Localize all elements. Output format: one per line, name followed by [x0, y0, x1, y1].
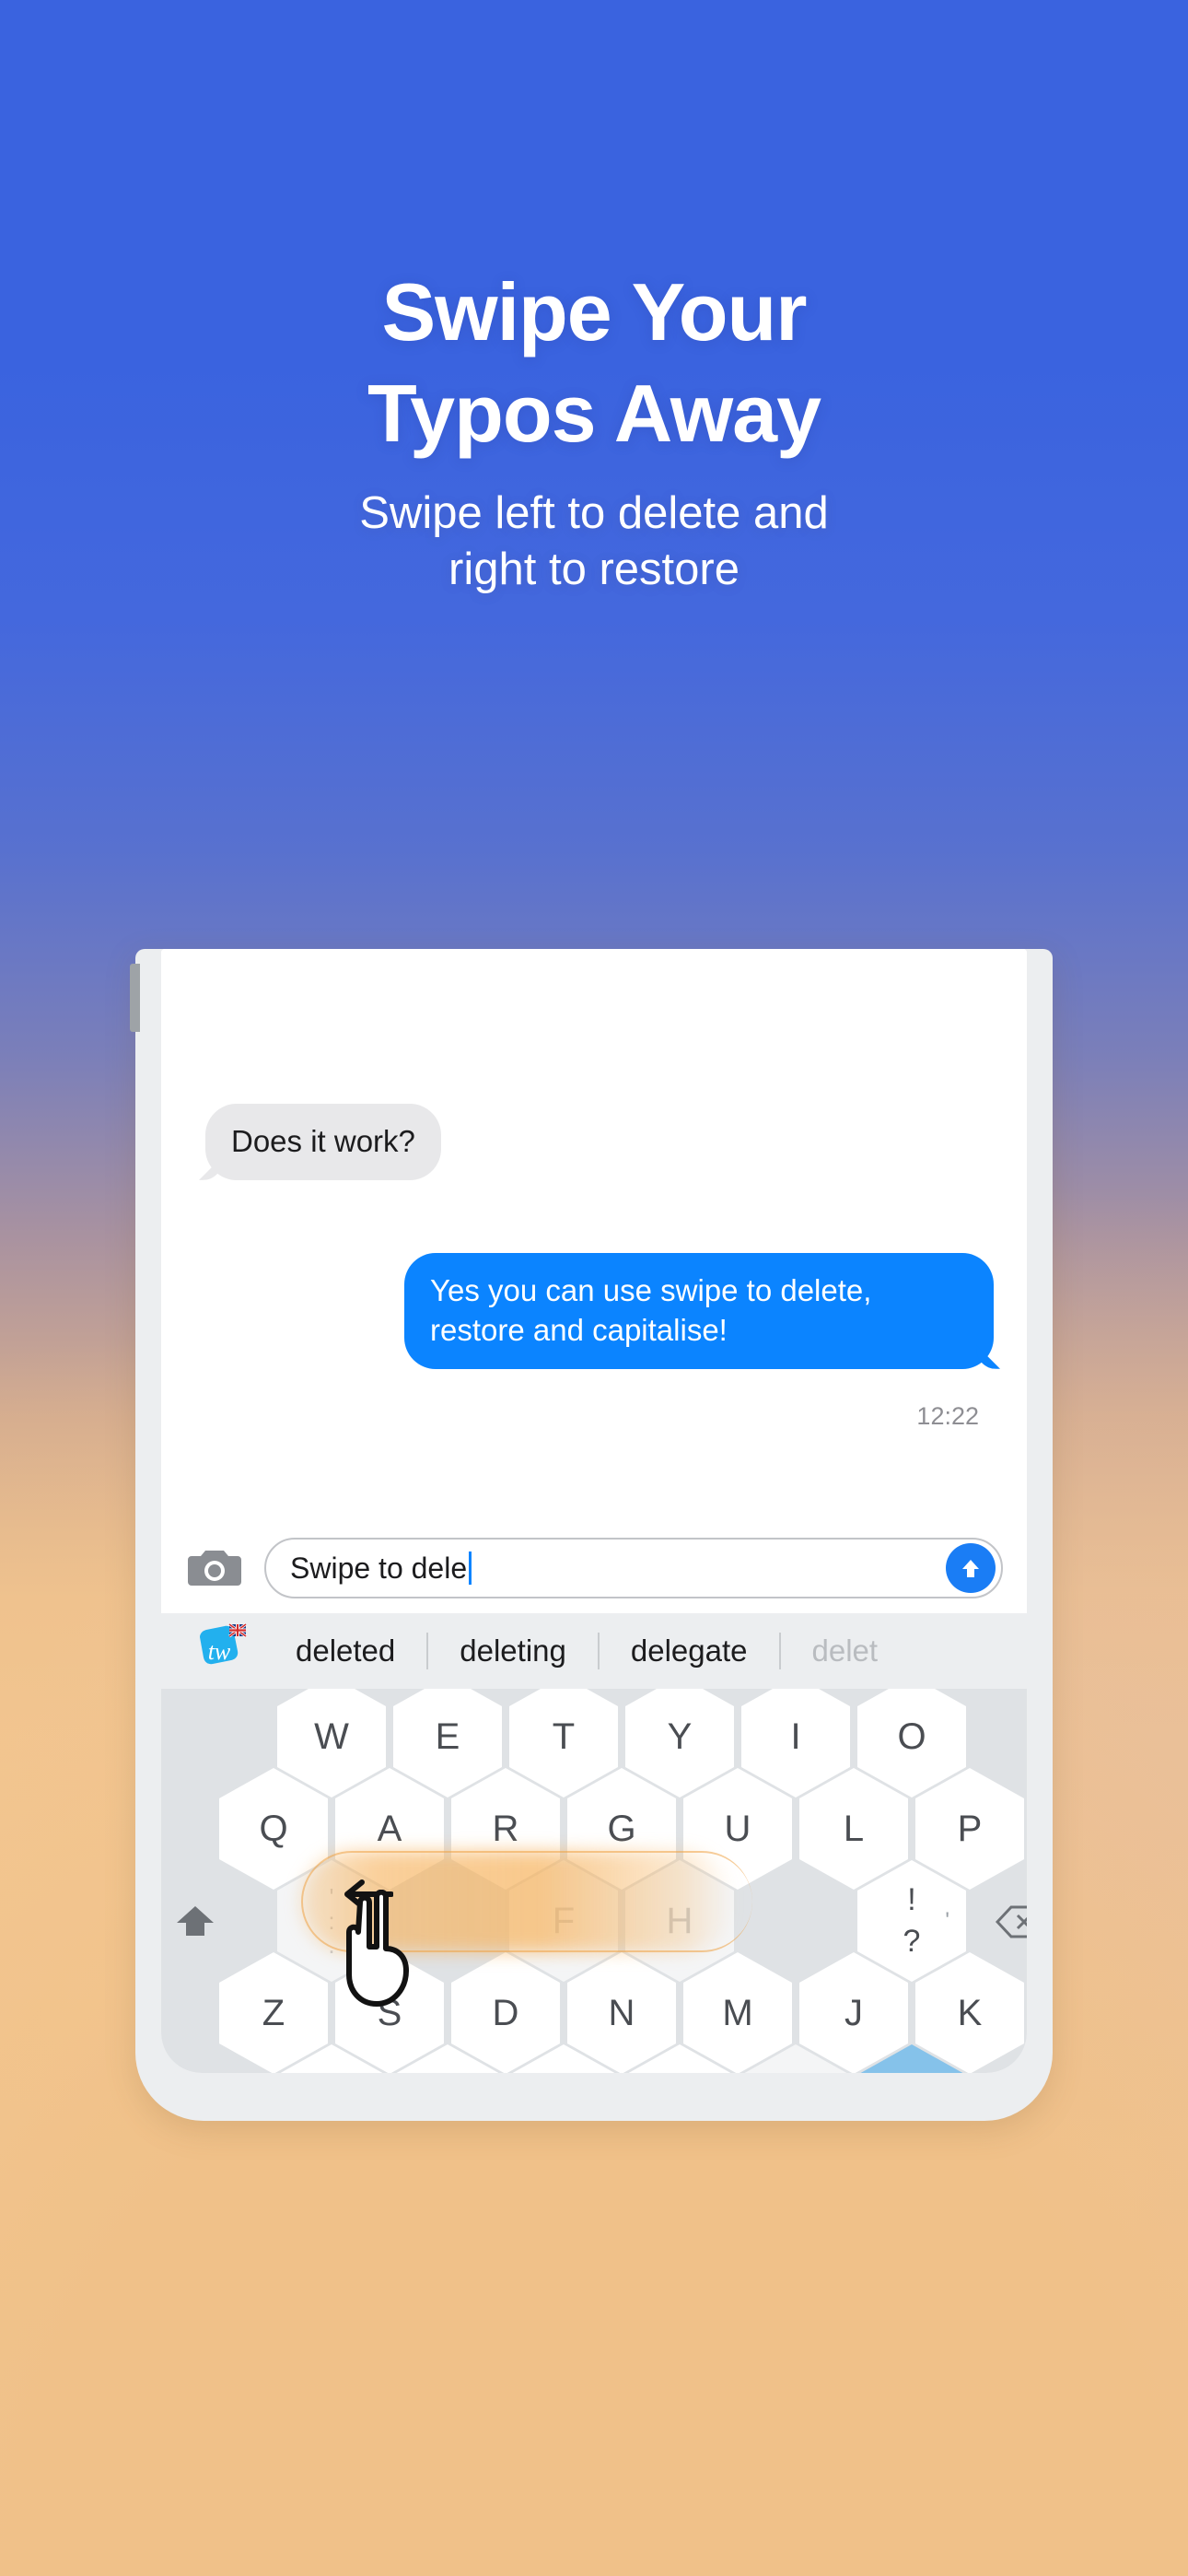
subtitle-line-2: right to restore: [448, 544, 740, 594]
text-caret: [469, 1551, 472, 1585]
phone-side-button[interactable]: [130, 964, 140, 1032]
suggestion-item-0[interactable]: deleted: [264, 1613, 426, 1689]
typewise-logo-icon[interactable]: tw: [191, 1622, 248, 1680]
svg-text:tw: tw: [208, 1638, 231, 1665]
headline-block: Swipe Your Typos Away Swipe left to dele…: [0, 272, 1188, 598]
message-timestamp: 12:22: [916, 1402, 979, 1430]
title-line-1: Swipe Your: [381, 266, 807, 357]
suggestion-item-1[interactable]: deleting: [428, 1613, 598, 1689]
phone-mockup: Does it work? Yes you can use swipe to d…: [130, 949, 1053, 2121]
outgoing-message-bubble: Yes you can use swipe to delete, restore…: [404, 1253, 994, 1369]
page-title: Swipe Your Typos Away: [0, 272, 1188, 454]
key-period-label: .: [328, 1931, 335, 1959]
subtitle-line-1: Swipe left to delete and: [359, 488, 829, 538]
phone-screen: Does it work? Yes you can use swipe to d…: [161, 949, 1027, 2073]
page-subtitle: Swipe left to delete and right to restor…: [0, 486, 1188, 598]
swipe-left-hand-icon: [346, 1890, 409, 2007]
key-apostrophe-small-label: ': [945, 1908, 949, 1933]
key-colon-label: :: [328, 1907, 335, 1935]
suggestion-bar: tw deleted deleting delegate delet: [161, 1613, 1027, 1689]
message-input-bar: Swipe to dele: [161, 1523, 1027, 1613]
key-exclamation-label: !: [907, 1882, 916, 1917]
incoming-message-bubble: Does it work?: [205, 1104, 441, 1180]
title-line-2: Typos Away: [367, 368, 821, 459]
send-button[interactable]: [946, 1543, 996, 1593]
message-text-input[interactable]: Swipe to dele: [264, 1538, 1003, 1598]
chat-thread: Does it work? Yes you can use swipe to d…: [161, 949, 1027, 1523]
message-input-value: Swipe to dele: [290, 1551, 468, 1585]
key-question-label: ?: [903, 1924, 921, 1959]
suggestion-item-3[interactable]: delet: [781, 1613, 910, 1689]
uk-flag-badge-icon: [228, 1622, 247, 1638]
camera-icon[interactable]: [185, 1544, 244, 1592]
hexagonal-keyboard: W E T Y I O Q A R G U L P ' : . F H ! ? …: [161, 1689, 1027, 2073]
backspace-delete-icon[interactable]: [981, 1882, 1027, 1961]
key-apostrophe-label: ': [329, 1883, 334, 1911]
suggestion-item-2[interactable]: delegate: [600, 1613, 779, 1689]
promo-screen: Swipe Your Typos Away Swipe left to dele…: [0, 0, 1188, 2576]
shift-arrow-up-icon[interactable]: [161, 1882, 235, 1961]
